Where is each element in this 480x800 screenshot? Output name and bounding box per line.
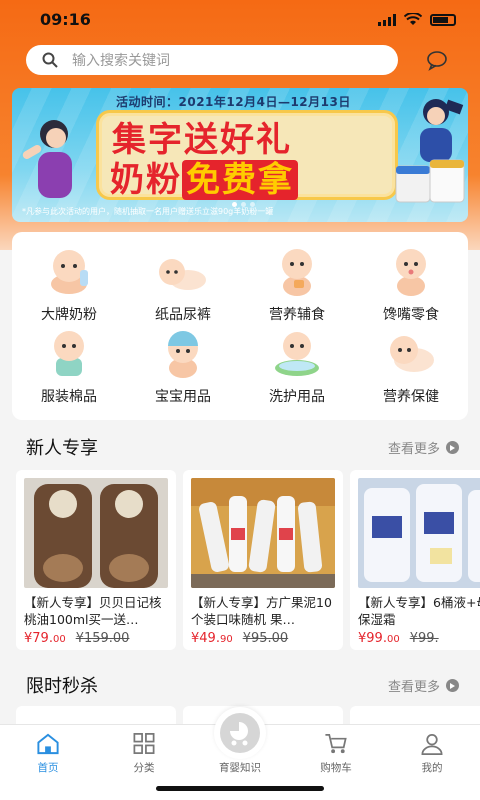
tab-label: 我的 [421,762,443,774]
product-prices: ¥49.90 ¥95.00 [191,631,335,646]
product-card[interactable]: 【新人专享】6桶液+母菊保湿霜 ¥99.00 ¥99. [350,470,480,650]
baby-bottle-icon [51,250,88,294]
promo-banner[interactable]: 活动时间：2021年12月4日—12月13日 集字送好礼 奶粉 免费拿 *凡参与此… [12,88,468,222]
baby-lying-icon [390,336,434,372]
tab-home[interactable]: 首页 [0,731,96,775]
view-more-link[interactable]: 查看更多 [388,438,460,457]
product-image [191,478,335,588]
view-more-label: 查看更多 [388,680,441,695]
arrow-right-icon [446,441,460,454]
product-name: 【新人专享】6桶液+母菊保湿霜 [358,595,480,627]
category-item[interactable]: 馋嘴零食 [354,244,468,326]
status-bar: 09:16 [0,0,480,40]
tab-label: 分类 [133,762,155,774]
product-name: 【新人专享】方广果泥10个装口味随机 果… [191,595,332,627]
banner-note: *凡参与此次活动的用户，随机抽取一名用户赠送乐立滋90g羊奶粉一罐 [22,207,274,216]
new-user-header: 新人专享 查看更多 [0,432,480,462]
tab-spacer [227,731,253,756]
category-item[interactable]: 宝宝用品 [126,326,240,408]
category-item[interactable]: 大牌奶粉 [12,244,126,326]
category-item[interactable]: 洗护用品 [240,326,354,408]
product-price: ¥49.90 [191,631,233,646]
activity-date: 活动时间：2021年12月4日—12月13日 [116,95,351,109]
baby-hat-icon [168,331,198,378]
home-indicator [156,786,324,791]
baby-clothes-icon [54,331,84,376]
banner-pager [232,202,255,207]
product-card[interactable]: 【新人专享】方广果泥10个装口味随机 果… ¥49.90 ¥95.00 [183,470,343,650]
baby-snack-icon [396,249,426,296]
product-price: ¥99.00 [358,631,400,646]
home-icon [37,733,59,755]
product-card[interactable]: 【新人专享】贝贝日记核桃油100ml买一送… ¥79.00 ¥159.00 [16,470,176,650]
view-more-link[interactable]: 查看更多 [388,676,460,695]
cart-icon [325,733,347,754]
category-card: 大牌奶粉 纸品尿裤 营养辅食 馋嘴零食 服装棉品 宝宝用品 洗护用品 营养保健 [12,232,468,420]
baby-bath-icon [275,332,319,376]
message-icon[interactable] [426,49,448,71]
banner-headline-2a: 奶粉 [110,160,182,200]
product-card[interactable] [350,706,480,726]
category-label: 营养辅食 [269,307,325,323]
banner-headline-2: 奶粉 免费拿 [110,152,298,201]
product-name: 【新人专享】贝贝日记核桃油100ml买一送… [24,595,162,627]
product-old-price: ¥159.00 [75,631,130,646]
price-decimal: 00 [386,634,400,645]
product-price: ¥79.00 [24,631,66,646]
category-label: 纸品尿裤 [155,307,211,323]
status-icons [378,13,456,26]
price-integer: ¥79. [24,631,53,646]
baby-eating-icon [282,249,312,296]
price-decimal: 90 [219,634,233,645]
category-grid: 大牌奶粉 纸品尿裤 营养辅食 馋嘴零食 服装棉品 宝宝用品 洗护用品 营养保健 [12,232,468,420]
tab-profile[interactable]: 我的 [384,731,480,775]
search-bar[interactable]: 输入搜索关键词 [26,45,398,75]
new-user-products: 【新人专享】贝贝日记核桃油100ml买一送… ¥79.00 ¥159.00 【新… [0,470,480,652]
tab-cart[interactable]: 购物车 [288,731,384,775]
section-title: 新人专享 [26,438,98,459]
category-item[interactable]: 纸品尿裤 [126,244,240,326]
battery-icon [430,13,456,26]
grid-icon [133,733,155,754]
category-item[interactable]: 服装棉品 [12,326,126,408]
flash-sale-header: 限时秒杀 查看更多 [0,670,480,700]
signal-icon [378,13,396,26]
category-label: 洗护用品 [269,389,325,405]
product-prices: ¥79.00 ¥159.00 [24,631,168,646]
tab-label: 育婴知识 [219,762,261,774]
arrow-right-icon [446,679,460,692]
banner-headline-free: 免费拿 [182,160,298,200]
section-title: 限时秒杀 [26,676,98,697]
product-image [24,478,168,588]
user-icon [421,733,443,755]
tab-label: 首页 [37,762,59,774]
baby-crawling-icon [159,259,206,290]
milk-powder-cans [395,159,465,203]
product-old-price: ¥99. [409,631,439,646]
view-more-label: 查看更多 [388,442,441,457]
girl-illustration [22,120,72,198]
category-label: 服装棉品 [41,389,97,405]
price-integer: ¥49. [191,631,220,646]
category-item[interactable]: 营养保健 [354,326,468,408]
product-prices: ¥99.00 ¥99. [358,631,480,646]
boy-illustration [420,99,464,162]
product-card[interactable] [16,706,176,726]
price-decimal: 00 [52,634,66,645]
category-label: 营养保健 [383,389,439,405]
tab-label: 购物车 [320,762,352,774]
tab-category[interactable]: 分类 [96,731,192,775]
price-integer: ¥99. [358,631,387,646]
category-label: 大牌奶粉 [41,307,97,323]
status-time: 09:16 [40,10,91,29]
search-icon [42,52,58,68]
product-image [358,478,480,588]
product-old-price: ¥95.00 [242,631,289,646]
search-placeholder: 输入搜索关键词 [72,53,170,69]
category-label: 馋嘴零食 [383,307,439,323]
tab-parenting[interactable]: 育婴知识 [192,731,288,775]
category-label: 宝宝用品 [155,389,211,405]
category-item[interactable]: 营养辅食 [240,244,354,326]
wifi-icon [404,13,422,25]
